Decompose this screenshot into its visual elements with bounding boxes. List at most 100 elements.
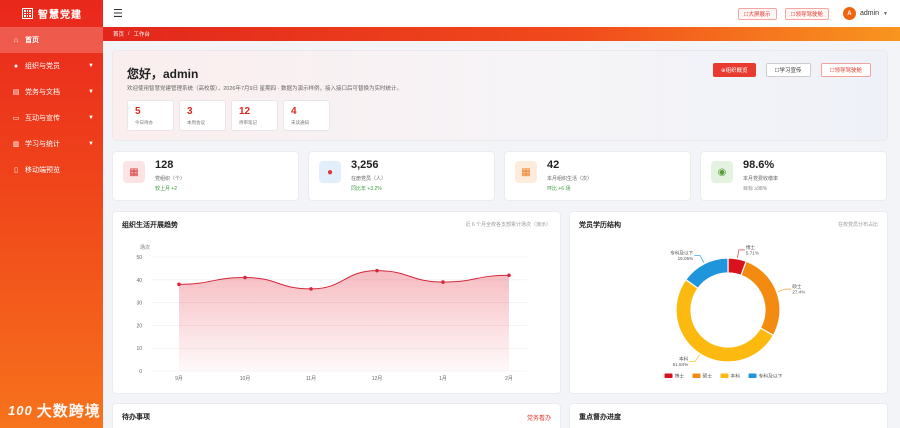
person-icon: ●: [319, 161, 341, 183]
breadcrumb-home[interactable]: 首页: [113, 30, 124, 38]
mini-stat-label: 未读通知: [291, 120, 309, 125]
stat-label: 本月组织生活（次）: [547, 176, 593, 182]
legend-label[interactable]: 博士: [675, 373, 685, 380]
donut-slice-value: 51.84%: [673, 362, 689, 367]
donut-slice[interactable]: [684, 257, 729, 290]
user-icon: ●: [13, 62, 19, 70]
topbar: ☰ ☐大屏展示 ☐领导驾驶舱 A admin ▼: [103, 0, 900, 27]
stat-card-members[interactable]: ● 3,256 在册党员（人） 同比年 +3.2%: [308, 151, 495, 201]
sidebar-item-1[interactable]: ● 组织与党员 ▼: [0, 53, 103, 79]
stat-card-dues[interactable]: ◉ 98.6% 本月党费收缴率 目标 ≥98%: [700, 151, 887, 201]
sidebar-nav: ⌂ 首页 ● 组织与党员 ▼ ▤ 党务与文档 ▼ ▭ 互动与宣传 ▼ ▥ 学习与统计 ▼ ▯ 移动端预览: [0, 27, 103, 183]
chart-icon: ▥: [12, 141, 20, 148]
brand-name: 智慧党建: [38, 10, 82, 21]
stat-card-orgs[interactable]: ▦ 128 党组织（个） 较上月 +2: [112, 151, 299, 201]
chat-icon: ▭: [12, 115, 20, 122]
mini-stat-label: 待审笔记: [239, 120, 257, 125]
watermark-logo: 100: [8, 403, 33, 418]
building-icon: ▦: [123, 161, 145, 183]
stat-delta: 环比 +6 场: [547, 186, 571, 192]
legend-label[interactable]: 本科: [731, 373, 741, 380]
welcome-greeting: 您好，admin: [127, 67, 199, 81]
sidebar-item-label: 互动与宣传: [25, 115, 60, 122]
welcome-card: 您好，admin 欢迎使用智慧党建管理系统（高校版），2026年7月9日 星期四…: [112, 50, 888, 141]
stat-value: 98.6%: [743, 159, 775, 171]
trend-point[interactable]: [309, 287, 313, 291]
y-tick-label: 20: [136, 323, 142, 329]
breadcrumb-current: 工作台: [133, 32, 151, 38]
avatar[interactable]: A: [842, 7, 856, 20]
legend-label[interactable]: 专科及以下: [759, 373, 783, 380]
progress-panel: 重点督办进度: [569, 403, 888, 428]
chevron-down-icon: ▼: [88, 141, 94, 147]
stat-value: 128: [155, 159, 174, 171]
sidebar-item-5[interactable]: ▯ 移动端预览: [0, 157, 103, 183]
x-tick-label: 12月: [372, 376, 383, 382]
stat-label: 在册党员（人）: [351, 176, 387, 182]
breadcrumb: 首页 / 工作台: [103, 27, 900, 41]
mini-stat-value: 5: [135, 106, 141, 117]
legend-label[interactable]: 硕士: [703, 373, 713, 380]
sidebar-item-label: 组织与党员: [25, 63, 60, 70]
trend-point[interactable]: [375, 268, 379, 273]
mini-stats: 5 今日待办 3 本周会议 12 待审笔记 4 未读通知: [127, 100, 335, 131]
donut-slice[interactable]: [740, 260, 781, 337]
stat-label: 党组织（个）: [155, 176, 186, 182]
username[interactable]: admin: [860, 10, 879, 17]
leader-cockpit-button[interactable]: ☐领导驾驶舱: [784, 7, 829, 20]
mini-stat-pending-notes[interactable]: 12 待审笔记: [231, 100, 278, 131]
education-donut-chart: 博士5.71%硕士27.4%本科51.84%专科及以下15.05%博士 硕士 本科专…: [664, 244, 805, 380]
trend-area: [179, 270, 509, 371]
stat-card-activities[interactable]: ▦ 42 本月组织生活（次） 环比 +6 场: [504, 151, 691, 201]
mini-stat-value: 12: [239, 106, 251, 117]
trend-point[interactable]: [243, 275, 247, 280]
welcome-cockpit-button[interactable]: ☐领导驾驶舱: [820, 63, 871, 77]
donut-slice-value: 15.05%: [678, 256, 694, 261]
sidebar-item-label: 首页: [25, 37, 39, 44]
study-promo-button[interactable]: ☐学习宣传: [765, 63, 811, 77]
x-tick-label: 9月: [175, 376, 183, 382]
sidebar-item-label: 学习与统计: [25, 141, 60, 148]
sidebar-item-label: 党务与文档: [25, 89, 60, 96]
mini-stat-today-todo[interactable]: 5 今日待办: [127, 100, 174, 131]
sidebar-item-0[interactable]: ⌂ 首页: [0, 27, 103, 53]
mini-stat-value: 3: [187, 106, 193, 117]
mini-stat-week-meetings[interactable]: 3 本周会议: [179, 100, 226, 131]
menu-toggle-icon[interactable]: ☰: [113, 7, 123, 20]
donut-leader-line: [737, 249, 745, 258]
trend-point[interactable]: [177, 282, 181, 287]
breadcrumb-separator: /: [128, 31, 130, 37]
trend-point[interactable]: [507, 273, 511, 278]
watermark: 100 大数跨境: [8, 400, 101, 421]
welcome-actions: ⊕组织概览 ☐学习宣传 ☐领导驾驶舱: [703, 63, 871, 77]
legend-swatch: [692, 373, 701, 378]
chevron-down-icon: ▼: [88, 89, 94, 95]
mobile-icon: ▯: [14, 167, 18, 174]
trend-point[interactable]: [441, 280, 445, 284]
sidebar-item-3[interactable]: ▭ 互动与宣传 ▼: [0, 105, 103, 131]
brand[interactable]: 智慧党建: [0, 0, 103, 27]
mini-stat-value: 4: [291, 106, 297, 117]
mini-stat-unread-notices[interactable]: 4 未读通知: [283, 100, 330, 131]
x-tick-label: 2月: [505, 376, 513, 382]
chevron-down-icon: ▼: [88, 115, 94, 121]
user-menu-chevron-down-icon[interactable]: ▼: [883, 11, 888, 17]
donut-slice-value: 5.71%: [746, 250, 759, 255]
sidebar-item-label: 移动端预览: [25, 167, 60, 174]
y-tick-label: 40: [136, 278, 142, 284]
home-icon: ⌂: [13, 36, 19, 44]
trend-panel: 组织生活开展趋势 近 6 个月全校各支部累计场次（演示） 场次 0 10 20 30 40…: [112, 211, 561, 394]
welcome-description: 欢迎使用智慧党建管理系统（高校版），2026年7月9日 星期四 · 数据为演示样…: [127, 86, 403, 92]
sidebar-item-4[interactable]: ▥ 学习与统计 ▼: [0, 131, 103, 157]
todo-panel-link[interactable]: 党务看办: [527, 413, 551, 422]
legend-swatch: [720, 373, 729, 378]
donut-slice-value: 27.4%: [792, 290, 805, 295]
org-overview-button[interactable]: ⊕组织概览: [713, 63, 756, 77]
donut-slice[interactable]: [675, 278, 775, 363]
sidebar-item-2[interactable]: ▤ 党务与文档 ▼: [0, 79, 103, 105]
y-tick-label: 50: [136, 255, 142, 261]
chevron-down-icon: ▼: [88, 63, 94, 69]
big-screen-button[interactable]: ☐大屏展示: [737, 7, 777, 20]
legend-swatch: [664, 373, 673, 378]
education-panel: 党员学历结构 在校党员分布占比 博士 5.71% 硕士 27.4% 本科 51.84% 专科…: [569, 211, 888, 394]
